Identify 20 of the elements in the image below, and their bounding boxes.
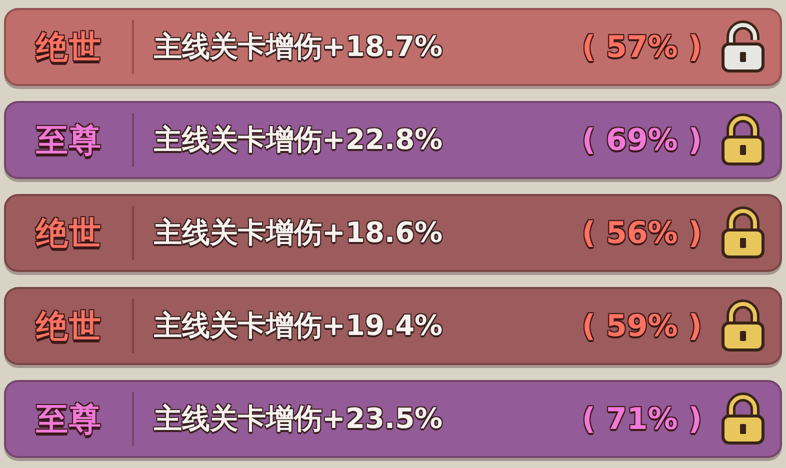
lock-icon[interactable] xyxy=(720,299,766,353)
unlocked-lock-icon[interactable] xyxy=(720,20,766,74)
lock-icon[interactable] xyxy=(720,392,766,446)
tier-label: 至尊 xyxy=(35,399,103,440)
bonus-text: 主线关卡增伤+18.7% xyxy=(153,29,444,65)
tier-label: 绝世 xyxy=(34,213,103,254)
lock-icon[interactable] xyxy=(720,206,766,260)
percent-text: ( 56% ) xyxy=(582,214,702,252)
tier-label: 绝世 xyxy=(34,27,103,68)
tier-label: 绝世 xyxy=(34,306,103,347)
tier-label: 至尊 xyxy=(35,120,103,161)
percent-text: ( 71% ) xyxy=(582,400,702,438)
bonus-text: 主线关卡增伤+22.8% xyxy=(153,122,444,158)
lock-icon[interactable] xyxy=(720,113,766,167)
percent-text: ( 59% ) xyxy=(582,308,702,346)
percent-text: ( 57% ) xyxy=(582,28,702,66)
bonus-text: 主线关卡增伤+18.6% xyxy=(153,215,444,251)
bonus-text: 主线关卡增伤+19.4% xyxy=(153,308,444,344)
bonus-text: 主线关卡增伤+23.5% xyxy=(153,401,444,437)
percent-text: ( 69% ) xyxy=(582,122,702,160)
